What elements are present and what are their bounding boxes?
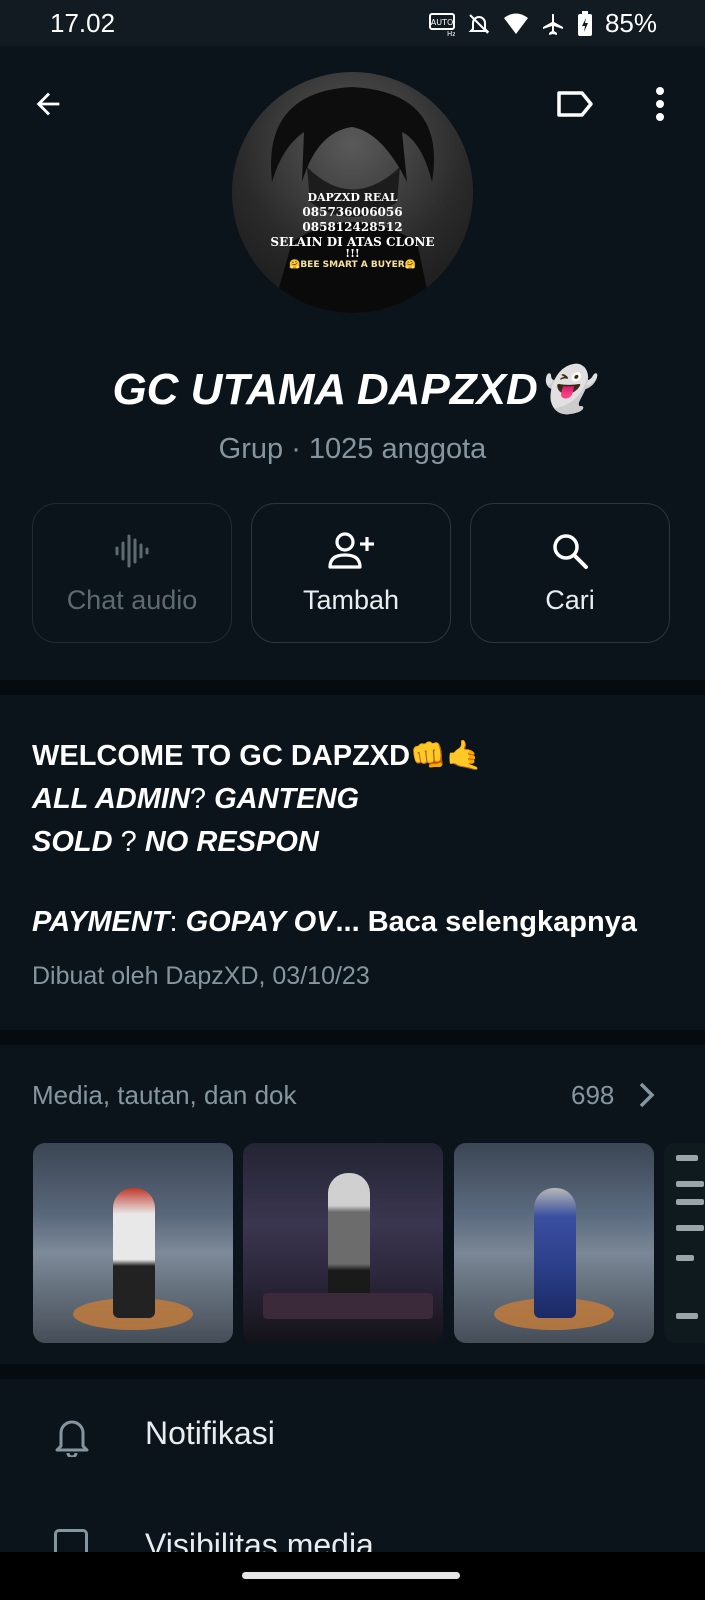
description-line: WELCOME TO GC DAPZXD👊🤙 — [32, 740, 483, 772]
media-visibility-row[interactable]: Visibilitas media — [0, 1515, 705, 1555]
chat-audio-label: Chat audio — [66, 584, 198, 615]
search-button[interactable]: Cari — [470, 503, 670, 643]
thumbnail-graphic — [534, 1188, 576, 1318]
svg-text:Hz: Hz — [447, 30, 455, 37]
media-thumbnail[interactable] — [33, 1143, 233, 1343]
avatar-line: 085736006056 — [302, 205, 403, 219]
status-bar: 17.02 AUTO Hz 85% — [0, 0, 705, 46]
avatar-line: 085812428512 — [302, 220, 403, 234]
thumbnail-graphic — [676, 1255, 694, 1261]
thumbnail-graphic — [328, 1173, 370, 1303]
thumbnail-graphic — [676, 1181, 704, 1187]
section-divider — [0, 680, 705, 695]
media-thumbnail[interactable] — [454, 1143, 654, 1343]
battery-percent: 85% — [604, 8, 657, 38]
battery-icon — [577, 10, 593, 37]
add-member-button[interactable]: Tambah — [251, 503, 451, 643]
section-divider — [0, 1364, 705, 1379]
audio-wave-icon — [115, 534, 149, 567]
thumbnail-graphic — [676, 1225, 704, 1231]
read-more-link[interactable]: ... Baca selengkapnya — [335, 906, 636, 938]
chevron-right-icon[interactable] — [636, 1080, 658, 1115]
status-icons: AUTO Hz 85% — [428, 8, 657, 39]
media-thumbnail[interactable] — [664, 1143, 705, 1343]
bell-icon — [52, 1415, 92, 1462]
more-options-button[interactable] — [636, 80, 684, 128]
status-time: 17.02 — [50, 8, 116, 38]
wifi-icon — [503, 12, 529, 36]
description-line: SOLD ? NO RESPON — [32, 826, 319, 858]
avatar-line: 🤗BEE SMART A BUYER🤗 — [289, 260, 416, 270]
media-count[interactable]: 698 — [571, 1080, 614, 1111]
search-label: Cari — [545, 584, 595, 615]
group-name: GC UTAMA DAPZXD👻 — [112, 365, 593, 414]
media-visibility-label: Visibilitas media — [145, 1527, 374, 1555]
thumbnail-graphic — [676, 1199, 704, 1205]
thumbnail-graphic — [113, 1188, 155, 1318]
auto-hz-icon: AUTO Hz — [428, 11, 455, 37]
more-vert-icon — [656, 87, 664, 121]
avatar-line: DAPZXD REAL — [307, 191, 398, 204]
group-description[interactable]: WELCOME TO GC DAPZXD👊🤙 ALL ADMIN? GANTEN… — [32, 735, 682, 944]
notifications-label: Notifikasi — [145, 1415, 275, 1451]
search-icon — [553, 533, 588, 569]
group-subtitle: Grup · 1025 anggota — [218, 433, 487, 465]
description-line: ALL ADMIN? GANTENG — [32, 783, 360, 815]
created-by-text: Dibuat oleh DapzXD, 03/10/23 — [32, 962, 370, 990]
thumbnail-graphic — [263, 1293, 433, 1319]
media-thumbnail[interactable] — [243, 1143, 443, 1343]
description-line: PAYMENT: GOPAY OV... Baca selengkapnya — [32, 906, 637, 938]
thumbnail-graphic — [676, 1313, 698, 1319]
section-divider — [0, 1030, 705, 1045]
notifications-row[interactable]: Notifikasi — [0, 1395, 705, 1475]
svg-text:AUTO: AUTO — [431, 18, 454, 27]
add-member-label: Tambah — [302, 584, 400, 615]
label-button[interactable] — [551, 80, 599, 128]
chat-audio-button[interactable]: Chat audio — [32, 503, 232, 643]
thumbnail-graphic — [676, 1155, 698, 1161]
avatar-line: !!! — [345, 247, 360, 260]
media-section-title[interactable]: Media, tautan, dan dok — [32, 1080, 297, 1111]
add-person-icon — [328, 531, 374, 569]
group-avatar[interactable]: DAPZXD REAL 085736006056 085812428512 SE… — [232, 72, 473, 313]
back-button[interactable] — [24, 80, 72, 128]
home-gesture-handle[interactable] — [242, 1572, 460, 1579]
label-tag-icon — [557, 91, 593, 117]
mute-icon — [467, 12, 491, 36]
system-nav-bar — [0, 1552, 705, 1600]
avatar-caption: DAPZXD REAL 085736006056 085812428512 SE… — [232, 190, 473, 273]
airplane-icon — [541, 12, 565, 36]
back-arrow-icon — [36, 92, 60, 116]
